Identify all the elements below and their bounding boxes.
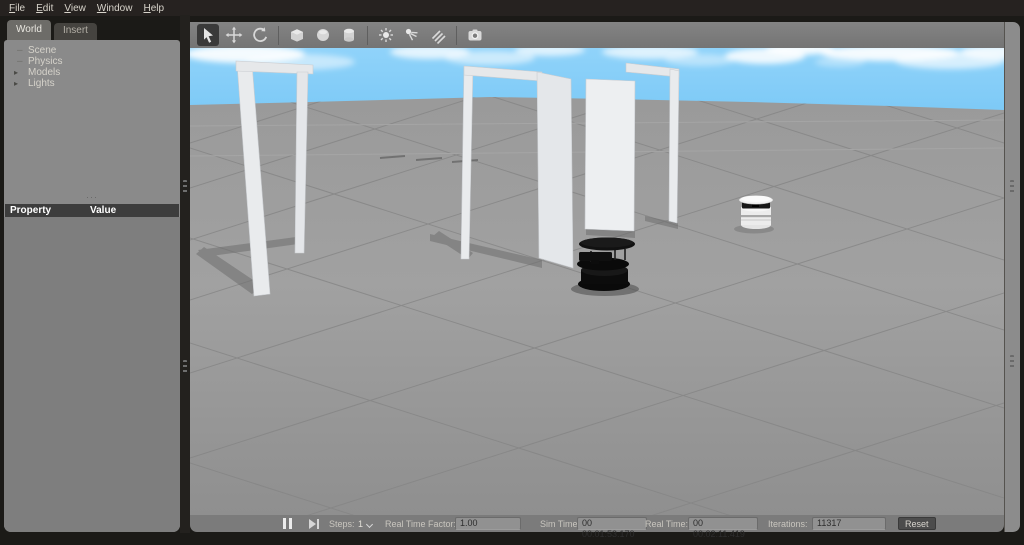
world-pane: Scene Physics Models Lights Property Val… [4, 40, 180, 532]
menu-view[interactable]: View [64, 3, 86, 14]
toolbar-separator [367, 25, 368, 45]
left-panel: World Insert Scene Physics Models Lights… [4, 20, 180, 532]
insert-sphere-icon[interactable] [312, 24, 334, 46]
rotate-mode-icon[interactable] [249, 24, 271, 46]
screenshot-camera-icon[interactable] [464, 24, 486, 46]
iterations-label: Iterations: [768, 519, 808, 529]
door-panel[interactable] [536, 71, 574, 269]
render-toolbar [190, 22, 1004, 48]
insert-spot-light-icon[interactable] [401, 24, 423, 46]
panel-tabs: World Insert [4, 20, 180, 40]
step-icon [317, 519, 319, 529]
real-time-factor-label: Real Time Factor: [385, 519, 457, 529]
tree-item-physics[interactable]: Physics [4, 56, 180, 67]
value-column-header[interactable]: Value [90, 204, 116, 217]
chevron-down-icon[interactable] [365, 520, 374, 529]
insert-directional-light-icon[interactable] [427, 24, 449, 46]
toolbar-separator [278, 25, 279, 45]
insert-box-icon[interactable] [286, 24, 308, 46]
reset-button[interactable]: Reset [898, 517, 936, 530]
tab-world[interactable]: World [7, 20, 51, 40]
pause-button[interactable] [283, 518, 292, 529]
real-time-label: Real Time: [645, 519, 689, 529]
step-icon [309, 519, 316, 529]
splitter-grip-icon [1010, 180, 1014, 194]
sim-time-value: 00 00:01:53.170 [577, 517, 647, 539]
menu-file[interactable]: File [9, 3, 25, 14]
menu-edit[interactable]: Edit [36, 3, 53, 14]
steps-value[interactable]: 1 [358, 519, 363, 529]
menu-help[interactable]: Help [143, 3, 164, 14]
tree-item-models[interactable]: Models [4, 67, 180, 78]
real-time-factor-value: 1.00 [455, 517, 521, 530]
translate-mode-icon[interactable] [223, 24, 245, 46]
tree-item-scene[interactable]: Scene [4, 45, 180, 56]
menu-bar: File Edit View Window Help [0, 0, 1024, 16]
wall-panel[interactable] [584, 78, 636, 232]
iterations-value: 11317 [812, 517, 886, 530]
tab-insert[interactable]: Insert [53, 23, 97, 40]
splitter-grip-icon [183, 180, 187, 194]
splitter-grip-icon [1010, 355, 1014, 369]
sim-time-label: Sim Time: [540, 519, 581, 529]
toolbar-separator [456, 25, 457, 45]
insert-point-light-icon[interactable] [375, 24, 397, 46]
step-button[interactable] [309, 519, 321, 529]
world-tree: Scene Physics Models Lights [4, 45, 180, 89]
scene-3d[interactable] [190, 48, 1004, 515]
splitter-grip-icon [183, 360, 187, 374]
render-viewport: Steps: 1 Real Time Factor: 1.00 Sim Time… [190, 22, 1004, 539]
property-column-header[interactable]: Property [10, 204, 51, 217]
real-time-value: 00 00:02:11.419 [688, 517, 758, 539]
right-splitter[interactable] [1004, 22, 1020, 532]
menu-window[interactable]: Window [97, 3, 133, 14]
gazebo-window: File Edit View Window Help World Insert … [0, 0, 1024, 545]
tree-item-lights[interactable]: Lights [4, 78, 180, 89]
steps-label: Steps: [329, 519, 355, 529]
select-arrow-icon[interactable] [197, 24, 219, 46]
doorway-wall-right[interactable] [668, 68, 680, 224]
property-table-header: Property Value [5, 204, 179, 217]
simulation-statusbar: Steps: 1 Real Time Factor: 1.00 Sim Time… [190, 515, 1004, 539]
left-splitter[interactable] [180, 15, 190, 533]
pane-splitter-handle[interactable] [4, 193, 180, 201]
insert-cylinder-icon[interactable] [338, 24, 360, 46]
property-table-body [4, 217, 180, 532]
